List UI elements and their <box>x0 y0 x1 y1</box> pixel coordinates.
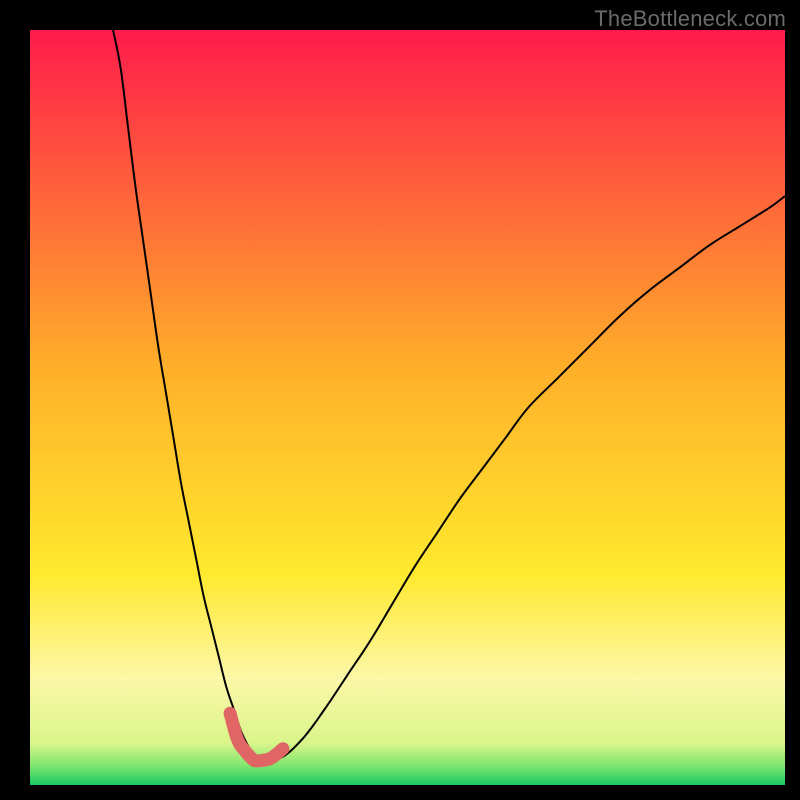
chart-canvas <box>30 30 785 785</box>
chart-frame: TheBottleneck.com <box>0 0 800 800</box>
chart-background <box>30 30 785 785</box>
watermark-text: TheBottleneck.com <box>594 6 786 32</box>
